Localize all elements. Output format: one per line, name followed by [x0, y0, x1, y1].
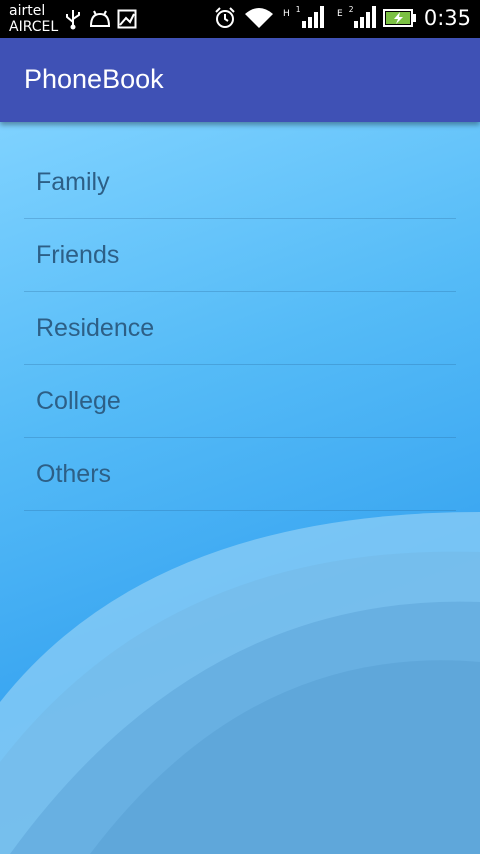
- wifi-icon: [245, 8, 273, 28]
- usb-icon: [66, 10, 80, 30]
- network-type-1: H1: [283, 5, 301, 19]
- list-item-label: Others: [36, 459, 112, 488]
- list-item-others[interactable]: Others: [24, 438, 456, 511]
- list-item-label: Friends: [36, 240, 120, 269]
- list-item-family[interactable]: Family: [24, 146, 456, 219]
- list-item-residence[interactable]: Residence: [24, 292, 456, 365]
- signal-icon: [354, 6, 376, 28]
- list-item-college[interactable]: College: [24, 365, 456, 438]
- android-debug-icon: [89, 10, 111, 27]
- app-bar: PhoneBook: [0, 38, 480, 122]
- list-item-label: Residence: [36, 313, 155, 342]
- image-icon: [117, 9, 137, 29]
- app-title: PhoneBook: [24, 64, 164, 94]
- list-item-friends[interactable]: Friends: [24, 219, 456, 292]
- list-item-label: Family: [36, 167, 110, 196]
- carrier-names: airtel AIRCEL: [9, 3, 58, 35]
- network-type-1-label: H: [283, 9, 290, 19]
- list-item-label: College: [36, 386, 121, 415]
- category-list: Family Friends Residence College Others: [24, 146, 456, 511]
- carrier-1: airtel: [9, 3, 46, 19]
- carrier-2: AIRCEL: [9, 19, 59, 35]
- status-bar: airtel AIRCEL H1 E2 0:35: [0, 0, 480, 38]
- alarm-icon: [215, 7, 235, 28]
- main-content: Family Friends Residence College Others: [0, 122, 480, 854]
- clock: 0:35: [423, 6, 471, 30]
- network-type-2: E2: [337, 5, 353, 19]
- sim-2-label: 2: [348, 5, 354, 14]
- network-type-2-label: E: [337, 9, 343, 19]
- signal-icon: [302, 6, 324, 28]
- sim-1-label: 1: [295, 5, 301, 14]
- battery-charging-icon: [383, 9, 416, 27]
